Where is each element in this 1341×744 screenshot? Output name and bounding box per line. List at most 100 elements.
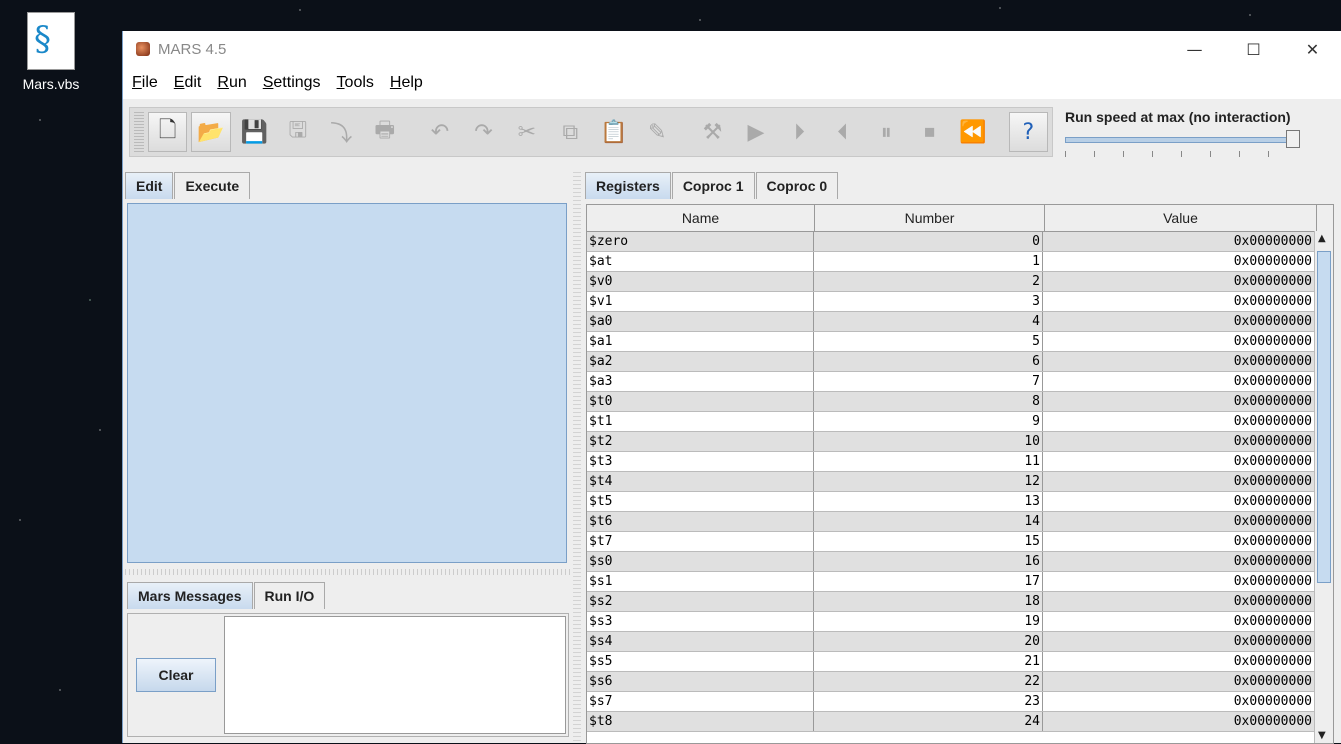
table-row[interactable]: $s3 19 0x00000000 [587,612,1333,632]
redo-icon[interactable]: ↷ [464,112,503,152]
table-row[interactable]: $s2 18 0x00000000 [587,592,1333,612]
table-row[interactable]: $a1 5 0x00000000 [587,332,1333,352]
vertical-splitter[interactable] [573,171,581,741]
scroll-up-icon[interactable]: ▲ [1318,233,1326,244]
minimize-button[interactable]: — [1165,31,1224,67]
register-value-cell[interactable]: 0x00000000 [1043,612,1314,631]
register-value-cell[interactable]: 0x00000000 [1043,312,1314,331]
register-value-cell[interactable]: 0x00000000 [1043,492,1314,511]
register-value-cell[interactable]: 0x00000000 [1043,272,1314,291]
menu-item-run[interactable]: Run [217,74,246,92]
help-icon[interactable]: ? [1008,112,1049,152]
tab-coproc-1[interactable]: Coproc 1 [671,172,755,199]
register-value-cell[interactable]: 0x00000000 [1043,332,1314,351]
save-as-icon[interactable]: 🖫 [278,112,317,152]
paste-icon[interactable]: 📋 [594,112,633,152]
vertical-scrollbar[interactable]: ▲ ▼ [1314,231,1333,743]
register-value-cell[interactable]: 0x00000000 [1043,412,1314,431]
scrollbar-thumb[interactable] [1317,251,1331,583]
horizontal-splitter[interactable] [125,569,571,575]
find-replace-icon[interactable]: ✎ [637,112,676,152]
messages-text-area[interactable] [224,616,566,734]
register-value-cell[interactable]: 0x00000000 [1043,552,1314,571]
run-icon[interactable]: ▶ [736,112,775,152]
close-button[interactable]: ✕ [1283,31,1341,67]
tab-registers[interactable]: Registers [585,172,671,199]
table-row[interactable]: $t4 12 0x00000000 [587,472,1333,492]
table-row[interactable]: $s6 22 0x00000000 [587,672,1333,692]
register-value-cell[interactable]: 0x00000000 [1043,532,1314,551]
table-row[interactable]: $t1 9 0x00000000 [587,412,1333,432]
register-value-cell[interactable]: 0x00000000 [1043,652,1314,671]
table-row[interactable]: $zero 0 0x00000000 [587,232,1333,252]
run-speed-thumb[interactable] [1286,130,1300,148]
open-file-icon[interactable]: 📂 [191,112,231,152]
column-header-name[interactable]: Name [587,205,815,231]
table-row[interactable]: $a3 7 0x00000000 [587,372,1333,392]
reset-icon[interactable]: ⏪ [953,112,992,152]
table-row[interactable]: $t8 24 0x00000000 [587,712,1333,732]
tab-edit[interactable]: Edit [125,172,174,199]
register-value-cell[interactable]: 0x00000000 [1043,672,1314,691]
column-header-value[interactable]: Value [1045,205,1317,231]
table-row[interactable]: $t3 11 0x00000000 [587,452,1333,472]
table-row[interactable]: $at 1 0x00000000 [587,252,1333,272]
maximize-button[interactable]: ☐ [1224,31,1283,67]
step-icon[interactable]: ⏵ [780,112,819,152]
menu-item-file[interactable]: File [132,74,158,92]
register-value-cell[interactable]: 0x00000000 [1043,372,1314,391]
backstep-icon[interactable]: ⏴ [823,112,862,152]
register-value-cell[interactable]: 0x00000000 [1043,352,1314,371]
cut-icon[interactable]: ✂ [507,112,546,152]
code-editor[interactable] [127,203,567,563]
dump-memory-icon[interactable]: ⤵ [322,112,361,152]
register-value-cell[interactable]: 0x00000000 [1043,592,1314,611]
table-row[interactable]: $a2 6 0x00000000 [587,352,1333,372]
table-row[interactable]: $s7 23 0x00000000 [587,692,1333,712]
table-row[interactable]: $t0 8 0x00000000 [587,392,1333,412]
menu-item-help[interactable]: Help [390,74,423,92]
desktop-file-icon[interactable]: § Mars.vbs [14,12,88,92]
menu-item-edit[interactable]: Edit [174,74,202,92]
table-row[interactable]: $s0 16 0x00000000 [587,552,1333,572]
register-value-cell[interactable]: 0x00000000 [1043,572,1314,591]
register-value-cell[interactable]: 0x00000000 [1043,472,1314,491]
table-row[interactable]: $v1 3 0x00000000 [587,292,1333,312]
menu-item-tools[interactable]: Tools [337,74,374,92]
register-value-cell[interactable]: 0x00000000 [1043,432,1314,451]
clear-button[interactable]: Clear [136,658,216,692]
scroll-down-icon[interactable]: ▼ [1318,730,1326,741]
table-row[interactable]: $s1 17 0x00000000 [587,572,1333,592]
register-value-cell[interactable]: 0x00000000 [1043,232,1314,251]
pause-icon[interactable]: ⏸ [867,112,906,152]
register-value-cell[interactable]: 0x00000000 [1043,712,1314,731]
run-speed-slider[interactable] [1065,130,1300,148]
register-value-cell[interactable]: 0x00000000 [1043,292,1314,311]
print-icon[interactable]: 🖶 [365,112,404,152]
register-value-cell[interactable]: 0x00000000 [1043,252,1314,271]
table-row[interactable]: $t5 13 0x00000000 [587,492,1333,512]
save-icon[interactable]: 💾 [235,112,274,152]
table-row[interactable]: $s5 21 0x00000000 [587,652,1333,672]
copy-icon[interactable]: ⧉ [551,112,590,152]
register-value-cell[interactable]: 0x00000000 [1043,392,1314,411]
tab-run-io[interactable]: Run I/O [253,582,326,609]
register-value-cell[interactable]: 0x00000000 [1043,632,1314,651]
table-row[interactable]: $t7 15 0x00000000 [587,532,1333,552]
tab-coproc-0[interactable]: Coproc 0 [755,172,839,199]
table-row[interactable]: $v0 2 0x00000000 [587,272,1333,292]
register-value-cell[interactable]: 0x00000000 [1043,452,1314,471]
column-header-number[interactable]: Number [815,205,1045,231]
table-row[interactable]: $t2 10 0x00000000 [587,432,1333,452]
stop-icon[interactable]: ⏹ [910,112,949,152]
register-value-cell[interactable]: 0x00000000 [1043,512,1314,531]
register-value-cell[interactable]: 0x00000000 [1043,692,1314,711]
toolbar-grip[interactable] [134,112,144,152]
table-row[interactable]: $t6 14 0x00000000 [587,512,1333,532]
table-row[interactable]: $a0 4 0x00000000 [587,312,1333,332]
tab-execute[interactable]: Execute [174,172,251,199]
new-file-icon[interactable]: 🗋 [147,112,188,152]
assemble-icon[interactable]: ⚒ [693,112,732,152]
table-row[interactable]: $s4 20 0x00000000 [587,632,1333,652]
undo-icon[interactable]: ↶ [420,112,459,152]
